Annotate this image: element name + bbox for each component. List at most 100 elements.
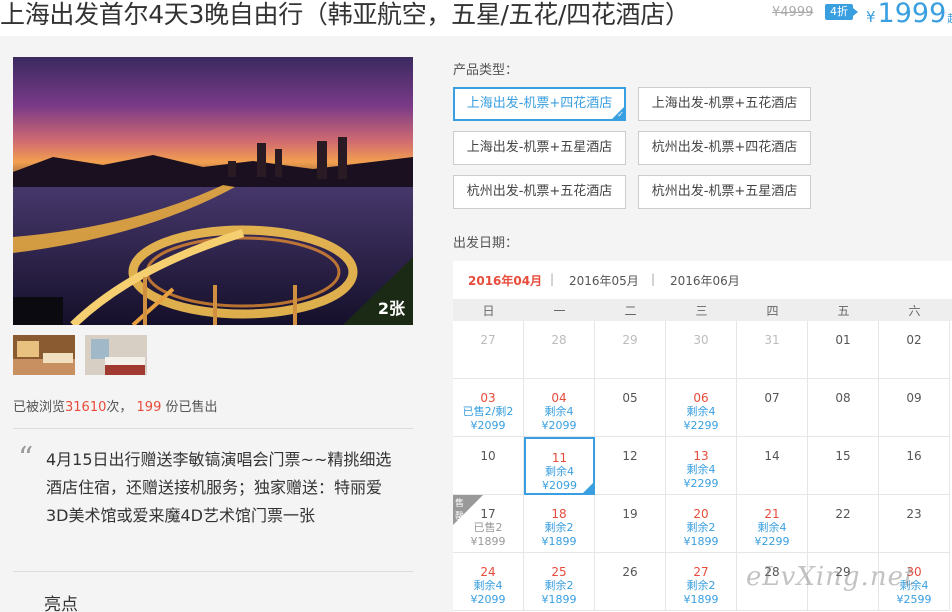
calendar-day: 22 — [808, 495, 879, 553]
day-number: 10 — [480, 449, 496, 463]
product-option-label: 杭州出发-机票+四花酒店 — [651, 140, 798, 155]
view-count: 31610 — [65, 400, 107, 415]
calendar-day[interactable]: 13 剩余4 ¥2299 — [666, 437, 737, 495]
day-number: 23 — [906, 507, 922, 521]
day-number: 04 — [551, 391, 567, 405]
promo-text: 4月15日出行赠送李敏镐演唱会门票~~精挑细选酒店住宿，还赠送接机服务；独家赠送… — [46, 450, 392, 525]
calendar-day: 14 — [737, 437, 808, 495]
calendar-day: 31 — [737, 321, 808, 379]
product-option-label: 上海出发-机票+四花酒店 — [466, 96, 613, 111]
calendar-day: 27 — [453, 321, 524, 379]
calendar-day[interactable]: 11 剩余4 ¥2099 — [524, 437, 595, 495]
watermark: eLvXing.net — [746, 562, 916, 592]
departure-date-label: 出发日期： — [453, 236, 519, 251]
product-option-6[interactable]: 杭州出发-机票+五星酒店 — [638, 175, 811, 209]
month-tab-2[interactable]: 2016年05月 — [569, 272, 639, 289]
day-number: 07 — [764, 391, 780, 405]
day-number: 21 — [764, 507, 780, 521]
product-option-2[interactable]: 上海出发-机票+五花酒店 — [638, 87, 811, 121]
product-option-5[interactable]: 杭州出发-机票+五花酒店 — [453, 175, 626, 209]
day-number: 14 — [764, 449, 780, 463]
photo-count: 2张 — [377, 299, 405, 318]
day-price: ¥1899 — [541, 535, 577, 548]
discount-badge: 4折 — [825, 4, 858, 20]
calendar-day: 05 — [595, 379, 666, 437]
day-number: 22 — [835, 507, 851, 521]
calendar-day[interactable]: 25 剩余2 ¥1899 — [524, 553, 595, 611]
month-tab-3[interactable]: 2016年06月 — [670, 272, 740, 289]
product-option-1[interactable]: 上海出发-机票+四花酒店 ✓ — [453, 87, 626, 121]
day-price: ¥2099 — [470, 593, 506, 606]
stock-status: 剩余4 — [757, 521, 787, 534]
calendar-day: 23 — [879, 495, 950, 553]
product-type-label: 产品类型： — [453, 63, 519, 78]
day-price: ¥2099 — [541, 419, 577, 432]
day-number: 30 — [693, 333, 709, 347]
seoul-night-bridge-image — [13, 57, 413, 325]
sold-out-tag-label: 售罄 — [455, 499, 465, 522]
highlights-title: 亮点 — [44, 595, 78, 612]
hotel-room-image — [13, 335, 75, 375]
day-price: ¥2599 — [896, 593, 932, 606]
calendar-day: 28 — [524, 321, 595, 379]
calendar-day[interactable]: 24 剩余4 ¥2099 — [453, 553, 524, 611]
thumbnail-1[interactable] — [13, 335, 75, 375]
weekday-label: 三 — [695, 304, 708, 318]
stock-status: 剩余2 — [686, 579, 716, 592]
day-number: 11 — [551, 451, 568, 465]
calendar-day[interactable]: 18 剩余2 ¥1899 — [524, 495, 595, 553]
day-number: 03 — [480, 391, 496, 405]
stats-suffix: 份已售出 — [165, 400, 218, 415]
product-option-label: 上海出发-机票+五花酒店 — [651, 96, 798, 111]
sold-out-tag: 售罄 — [453, 495, 483, 525]
weekday-label: 六 — [908, 304, 921, 318]
day-number: 13 — [693, 449, 709, 463]
day-number: 27 — [693, 565, 709, 579]
calendar-day[interactable]: 21 剩余4 ¥2299 — [737, 495, 808, 553]
weekday-label: 一 — [553, 304, 566, 318]
weekday-label: 五 — [837, 304, 850, 318]
stock-status: 剩余4 — [686, 405, 716, 418]
product-page: 上海出发首尔4天3晚自由行（韩亚航空，五星/五花/四花酒店） ¥4999 4折 … — [0, 0, 952, 612]
calendar-day: 08 — [808, 379, 879, 437]
day-price: ¥2299 — [754, 535, 790, 548]
weekday-label: 日 — [482, 304, 495, 318]
calendar-day: 30 — [666, 321, 737, 379]
day-number: 27 — [480, 333, 496, 347]
day-number: 09 — [906, 391, 922, 405]
calendar-day[interactable]: 27 剩余2 ¥1899 — [666, 553, 737, 611]
day-price: ¥1899 — [541, 593, 577, 606]
day-price: ¥2099 — [470, 419, 506, 432]
month-tabs: 2016年04月 | 2016年05月 | 2016年06月 — [453, 261, 952, 299]
stock-status: 剩余2 — [544, 521, 574, 534]
stock-status: 剩余4 — [545, 465, 574, 478]
stats-prefix: 已被浏览 — [13, 400, 66, 415]
divider — [13, 571, 413, 572]
calendar-day[interactable]: 03 已售2/剩2 ¥2099 — [453, 379, 524, 437]
day-number: 05 — [622, 391, 638, 405]
stats-mid: 次， — [106, 400, 133, 415]
calendar-day[interactable]: 04 剩余4 ¥2099 — [524, 379, 595, 437]
thumbnail-2[interactable] — [85, 335, 147, 375]
day-number: 18 — [551, 507, 567, 521]
calendar-day[interactable]: 06 剩余4 ¥2299 — [666, 379, 737, 437]
page-title: 上海出发首尔4天3晚自由行（韩亚航空，五星/五花/四花酒店） — [0, 0, 690, 29]
calendar-day[interactable]: 20 剩余2 ¥1899 — [666, 495, 737, 553]
hero-photo[interactable]: 2张 — [13, 57, 413, 325]
day-number: 12 — [622, 449, 638, 463]
calendar-day: 07 — [737, 379, 808, 437]
price-value: 1999 — [877, 0, 947, 29]
stock-status: 剩余4 — [686, 463, 716, 476]
month-tab-1[interactable]: 2016年04月 — [468, 272, 542, 289]
weekday-header: 日一二三四五六 — [453, 299, 952, 321]
product-option-label: 杭州出发-机票+五花酒店 — [466, 184, 613, 199]
day-number: 16 — [906, 449, 922, 463]
product-option-4[interactable]: 杭州出发-机票+四花酒店 — [638, 131, 811, 165]
calendar-day: 17 已售2 ¥1899 售罄 — [453, 495, 524, 553]
header: 上海出发首尔4天3晚自由行（韩亚航空，五星/五花/四花酒店） ¥4999 4折 … — [0, 0, 952, 36]
calendar-day: 26 — [595, 553, 666, 611]
day-number: 20 — [693, 507, 709, 521]
currency-symbol: ¥ — [866, 8, 876, 26]
hotel-bedroom-image — [85, 335, 147, 375]
product-option-3[interactable]: 上海出发-机票+五星酒店 — [453, 131, 626, 165]
